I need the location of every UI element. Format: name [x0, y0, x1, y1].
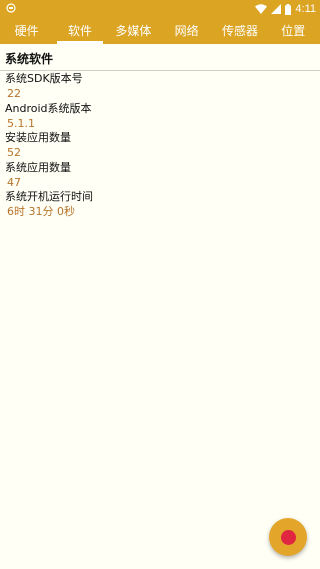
tab-location[interactable]: 位置 — [267, 18, 320, 44]
info-label: 安装应用数量 — [5, 131, 71, 144]
clock: 4:11 — [295, 3, 316, 15]
info-value: 47 — [7, 175, 21, 189]
info-value: 5.1.1 — [7, 116, 35, 130]
info-label: 系统开机运行时间 — [5, 190, 93, 203]
info-item-sdk-version: 系统SDK版本号 22 — [0, 71, 320, 101]
info-label: Android系统版本 — [5, 101, 92, 115]
android-debug-icon — [6, 3, 16, 13]
info-value: 52 — [7, 146, 21, 159]
info-value: 22 — [7, 87, 21, 100]
status-bar: 4:11 — [0, 0, 320, 18]
tab-software[interactable]: 软件 — [53, 18, 106, 44]
tab-network[interactable]: 网络 — [160, 18, 213, 44]
tab-multimedia[interactable]: 多媒体 — [107, 18, 160, 44]
info-item-android-version: Android系统版本 5.1.1 — [0, 101, 320, 131]
wifi-icon — [255, 4, 268, 14]
info-item-installed-apps: 安装应用数量 52 — [0, 130, 320, 160]
tab-sensors[interactable]: 传感器 — [213, 18, 266, 44]
info-item-system-apps: 系统应用数量 47 — [0, 160, 320, 190]
battery-icon — [285, 3, 292, 15]
signal-icon — [271, 4, 282, 14]
info-label: 系统应用数量 — [5, 160, 71, 174]
section-title: 系统软件 — [5, 52, 54, 66]
record-icon — [280, 529, 296, 545]
record-button[interactable] — [269, 518, 307, 556]
info-item-uptime: 系统开机运行时间 6时 31分 0秒 — [0, 189, 320, 219]
system-icons: 4:11 — [251, 0, 316, 18]
tab-bar: 硬件 软件 多媒体 网络 传感器 位置 — [0, 18, 320, 44]
tab-hardware[interactable]: 硬件 — [0, 18, 53, 44]
info-label: 系统SDK版本号 — [5, 72, 83, 85]
info-value: 6时 31分 0秒 — [7, 205, 75, 218]
info-list: 系统SDK版本号 22 Android系统版本 5.1.1 安装应用数量 52 … — [0, 71, 320, 219]
